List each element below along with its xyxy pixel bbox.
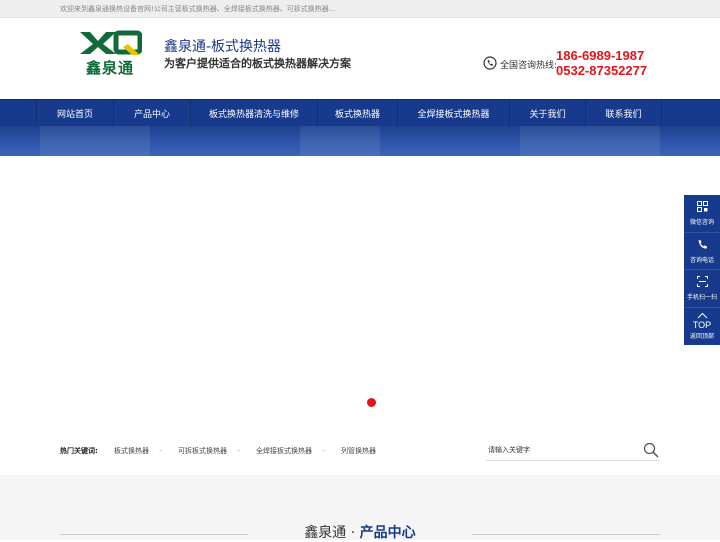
- nav-label: 全焊接板式换热器: [417, 110, 490, 120]
- logo-text: 鑫泉通: [85, 59, 134, 77]
- hero-slider: [0, 156, 720, 426]
- brand-slogan: 为客户提供适合的板式换热器解决方案: [164, 57, 351, 70]
- nav-item-contact[interactable]: 联系我们: [585, 100, 662, 127]
- header: 鑫泉通 鑫泉通-板式换热器 为客户提供适合的板式换热器解决方案 全国咨询热线: …: [0, 18, 720, 99]
- nav-label: 板式换热器: [334, 110, 380, 120]
- nav-item-cleaning-repair[interactable]: 板式换热器清洗与维修: [190, 100, 317, 127]
- banner-glow: [40, 126, 150, 156]
- wechat-label: 微信咨询: [689, 219, 714, 226]
- hot-keywords: 热门关键词: 板式换热器 - 可拆板式换热器 - 全焊接板式换热器 - 列管换热…: [60, 446, 376, 458]
- phone-label: 咨询电话: [689, 256, 714, 264]
- keywords-label: 热门关键词:: [60, 447, 98, 455]
- back-to-top-label: 返回顶部: [689, 332, 714, 340]
- product-section: 鑫泉通 · 产品中心: [0, 475, 720, 542]
- section-title: 鑫泉通 · 产品中心: [0, 522, 720, 542]
- nav-label: 联系我们: [605, 110, 642, 120]
- nav-item-home[interactable]: 网站首页: [36, 100, 113, 127]
- nav-label: 板式换热器清洗与维修: [208, 110, 299, 120]
- phone-mobile[interactable]: 186-6989-1987: [556, 48, 647, 63]
- phone-icon: [698, 239, 707, 249]
- search-icon[interactable]: [643, 442, 659, 458]
- scan-icon: [697, 276, 708, 287]
- nav-label: 产品中心: [133, 110, 170, 120]
- section-title-accent: 产品中心: [359, 525, 416, 541]
- search-input[interactable]: [488, 443, 638, 457]
- brand-title: 鑫泉通-板式换热器: [164, 39, 282, 55]
- nav-item-products[interactable]: 产品中心: [113, 100, 190, 127]
- banner-glow: [300, 126, 380, 156]
- keyword-separator: -: [159, 447, 162, 455]
- nav-item-about[interactable]: 关于我们: [509, 100, 585, 127]
- mobile-label: 手机扫一扫: [686, 294, 717, 301]
- section-title-prefix: 鑫泉通 ·: [304, 525, 360, 541]
- keyword-link[interactable]: 全焊接板式换热器: [256, 447, 312, 455]
- main-nav: 网站首页 产品中心 板式换热器清洗与维修 板式换热器 全焊接板式换热器 关于我们…: [0, 99, 720, 127]
- consult-phone-button[interactable]: 咨询电话: [684, 233, 720, 270]
- nav-item-welded-exchanger[interactable]: 全焊接板式换热器: [397, 100, 509, 127]
- logo[interactable]: 鑫泉通: [76, 30, 144, 84]
- phone-numbers: 186-6989-1987 0532-87352277: [556, 48, 647, 78]
- keyword-separator: -: [237, 447, 240, 455]
- logo-mark-icon: [80, 30, 142, 55]
- banner-glow: [520, 126, 660, 156]
- hotline-label: 全国咨询热线:: [500, 61, 558, 71]
- top-bar: 欢迎来到鑫泉通换热设备官网!公司主营板式换热器、全焊接板式换热器、可拆式换热器.…: [0, 0, 720, 18]
- keyword-link[interactable]: 列管换热器: [341, 447, 376, 455]
- slider-dot-active[interactable]: [367, 398, 376, 407]
- top-text: TOP: [692, 319, 712, 330]
- back-to-top-button[interactable]: TOP 返回顶部: [684, 308, 720, 346]
- wechat-consult-button[interactable]: 微信咨询: [684, 195, 720, 233]
- side-toolbar: 微信咨询 咨询电话 手机扫一扫 TOP 返回顶部: [684, 195, 720, 345]
- nav-label: 网站首页: [56, 110, 93, 120]
- phone-icon: [483, 56, 497, 70]
- banner-strip: [0, 126, 720, 156]
- qr-code-icon: [697, 201, 708, 212]
- mobile-scan-button[interactable]: 手机扫一扫: [684, 270, 720, 308]
- search-box: [486, 440, 660, 461]
- nav-label: 关于我们: [529, 110, 566, 120]
- keyword-separator: -: [322, 447, 325, 455]
- keyword-link[interactable]: 板式换热器: [114, 447, 149, 455]
- phone-landline[interactable]: 0532-87352277: [556, 63, 647, 78]
- welcome-text: 欢迎来到鑫泉通换热设备官网!公司主营板式换热器、全焊接板式换热器、可拆式换热器.…: [60, 5, 336, 13]
- nav-item-plate-exchanger[interactable]: 板式换热器: [317, 100, 397, 127]
- keyword-link[interactable]: 可拆板式换热器: [178, 447, 227, 455]
